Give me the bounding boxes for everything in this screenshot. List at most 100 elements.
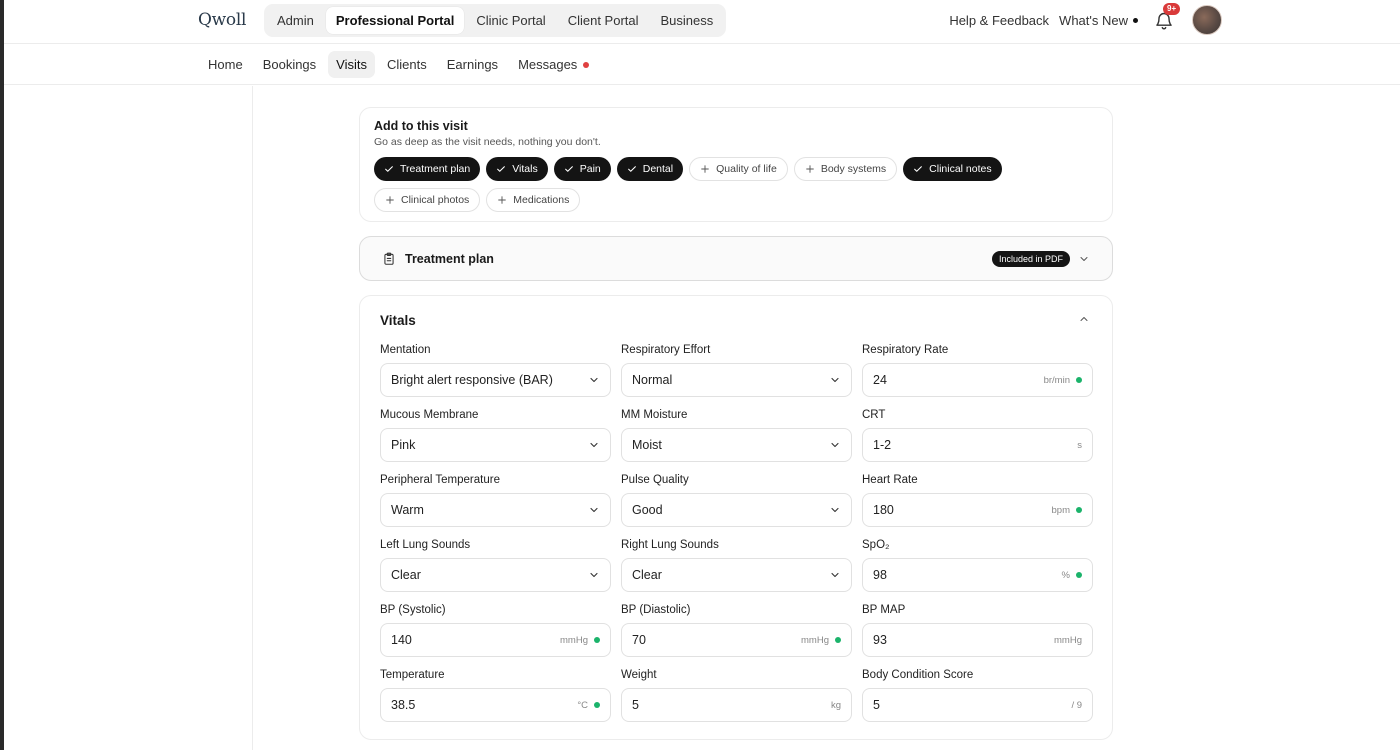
select-mentation[interactable]: Bright alert responsive (BAR) (380, 363, 611, 397)
field-peripheral-temperature: Peripheral Temperature Warm (380, 472, 611, 537)
chip-label: Body systems (820, 163, 887, 175)
nav-clients-label: Clients (387, 57, 427, 72)
top-bar: Qwoll Admin Professional Portal Clinic P… (4, 0, 1400, 44)
select-mm-moisture[interactable]: Moist (621, 428, 852, 462)
input-crt[interactable]: 1-2 s (862, 428, 1093, 462)
select-respiratory-effort[interactable]: Normal (621, 363, 852, 397)
status-dot (594, 702, 600, 708)
field-label: Respiratory Effort (621, 344, 711, 356)
input-respiratory-rate[interactable]: 24 br/min (862, 363, 1093, 397)
notifications-button[interactable]: 9+ (1154, 3, 1181, 31)
chip-medications[interactable]: Medications (486, 188, 581, 212)
app-logo[interactable]: Qwoll (198, 10, 246, 30)
user-avatar[interactable] (1192, 5, 1222, 35)
treatment-plan-section[interactable]: Treatment plan Included in PDF (359, 236, 1113, 281)
status-dot (835, 637, 841, 643)
add-to-visit-title: Add to this visit (374, 119, 468, 133)
input-heart-rate[interactable]: 180 bpm (862, 493, 1093, 527)
chip-label: Pain (579, 163, 601, 175)
chip-dental[interactable]: Dental (616, 157, 684, 181)
chip-clinical-notes[interactable]: Clinical notes (903, 157, 1002, 181)
portal-tab-admin[interactable]: Admin (267, 7, 324, 34)
sidebar-divider (252, 86, 253, 750)
nav-home[interactable]: Home (200, 51, 251, 78)
input-bp-diastolic[interactable]: 70 mmHg (621, 623, 852, 657)
field-temperature: Temperature 38.5 °C (380, 667, 611, 732)
chevron-down-icon[interactable] (1078, 253, 1090, 265)
chip-vitals[interactable]: Vitals (486, 157, 548, 181)
chevron-down-icon (590, 572, 598, 578)
field-left-lung-sounds: Left Lung Sounds Clear (380, 537, 611, 602)
input-weight[interactable]: 5 kg (621, 688, 852, 722)
chip-body-systems[interactable]: Body systems (793, 157, 898, 181)
field-label: Weight (621, 669, 657, 681)
field-spo: SpO₂ 98% (862, 537, 1093, 602)
status-dot (594, 637, 600, 643)
plus-icon (806, 165, 814, 173)
chevron-down-icon (831, 572, 839, 578)
input-bp-systolic[interactable]: 140 mmHg (380, 623, 611, 657)
select-right-lung-sounds[interactable]: Clear (621, 558, 852, 592)
field-value: Good (632, 503, 663, 517)
nav-messages[interactable]: Messages (510, 51, 597, 78)
field-mentation: Mentation Bright alert responsive (BAR) (380, 342, 611, 407)
nav-home-label: Home (208, 57, 243, 72)
nav-clients[interactable]: Clients (379, 51, 435, 78)
check-icon (914, 166, 923, 172)
field-value: 180 (873, 503, 894, 517)
chip-treatment-plan[interactable]: Treatment plan (374, 157, 481, 181)
chip-pain[interactable]: Pain (553, 157, 611, 181)
nav-visits[interactable]: Visits (328, 51, 375, 78)
unit-label: kg (830, 699, 841, 711)
unit-label: bpm (1051, 504, 1070, 516)
chip-label: Dental (642, 163, 674, 175)
select-mucous-membrane[interactable]: Pink (380, 428, 611, 462)
help-feedback-link[interactable]: Help & Feedback (949, 13, 1049, 28)
nav-earnings[interactable]: Earnings (439, 51, 506, 78)
field-label: Respiratory Rate (862, 344, 949, 356)
input-temperature[interactable]: 38.5 °C (380, 688, 611, 722)
select-left-lung-sounds[interactable]: Clear (380, 558, 611, 592)
portal-tab-client[interactable]: Client Portal (558, 7, 649, 34)
sub-navigation: Home Bookings Visits Clients Earnings Me… (4, 45, 1400, 85)
unit-label: s (1077, 439, 1082, 451)
section-chips: Treatment plan Vitals Pain Dental Quality of… (374, 157, 1034, 212)
chip-label: Clinical notes (929, 163, 992, 175)
whats-new-link[interactable]: What's New (1059, 13, 1138, 28)
top-right-actions: Help & Feedback What's New 9+ (949, 0, 1222, 40)
field-respiratory-rate: Respiratory Rate 24 br/min (862, 342, 1093, 407)
check-icon (497, 166, 506, 172)
nav-bookings-label: Bookings (262, 57, 317, 72)
select-pulse-quality[interactable]: Good (621, 493, 852, 527)
field-body-condition-score: Body Condition Score 5 / 9 (862, 667, 1093, 732)
field-label: Body Condition Score (862, 669, 974, 681)
add-to-visit-card: Add to this visit Go as deep as the visi… (359, 107, 1113, 222)
field-mm-moisture: MM Moisture Moist (621, 407, 852, 472)
field-label: Mucous Membrane (380, 409, 479, 421)
field-label: Right Lung Sounds (621, 539, 719, 551)
chevron-down-icon (590, 442, 598, 448)
input-body-condition-score[interactable]: 5 / 9 (862, 688, 1093, 722)
chip-clinical-photos[interactable]: Clinical photos (374, 188, 481, 212)
field-value: Clear (391, 568, 421, 582)
whats-new-dot (1133, 17, 1138, 23)
field-label: BP (Systolic) (380, 604, 446, 616)
portal-tab-clinic[interactable]: Clinic Portal (466, 7, 555, 34)
chevron-down-icon (590, 507, 598, 513)
chevron-down-icon (831, 442, 839, 448)
field-label: Heart Rate (862, 474, 918, 486)
chip-quality-of-life[interactable]: Quality of life (689, 157, 788, 181)
field-value: Moist (632, 438, 662, 452)
portal-tab-professional[interactable]: Professional Portal (325, 7, 465, 34)
nav-bookings[interactable]: Bookings (255, 51, 324, 78)
select-peripheral-temperature[interactable]: Warm (380, 493, 611, 527)
portal-tab-business[interactable]: Business (651, 7, 724, 34)
field-heart-rate: Heart Rate 180 bpm (862, 472, 1093, 537)
clipboard-icon (384, 252, 394, 265)
input-bp-map[interactable]: 93 mmHg (862, 623, 1093, 657)
input-spo[interactable]: 98% (862, 558, 1093, 592)
plus-icon (386, 196, 394, 204)
chevron-up-icon[interactable] (1078, 313, 1090, 325)
status-dot (1076, 572, 1082, 578)
field-value: Clear (632, 568, 662, 582)
